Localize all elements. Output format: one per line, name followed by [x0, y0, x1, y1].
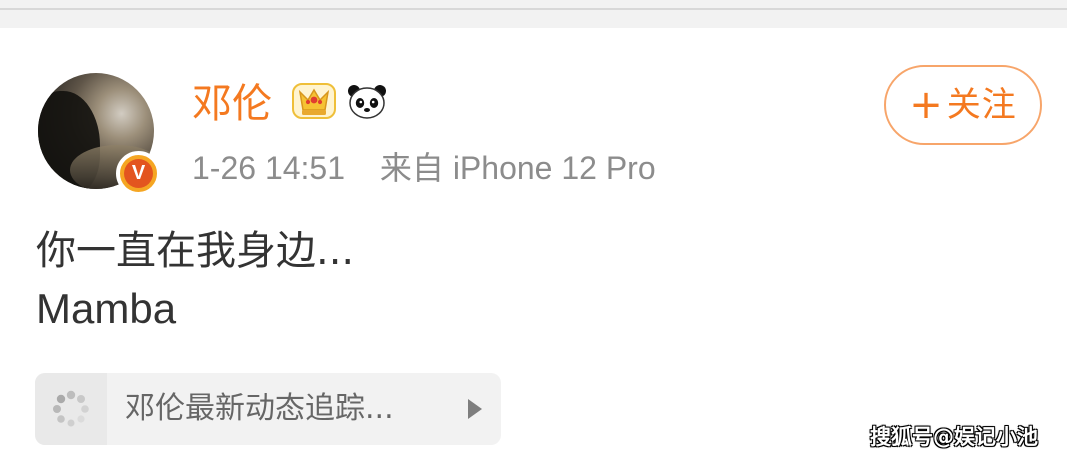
weibo-post: V 邓伦 1-26 14:51 来自 iPhone 12 Pro + 关注 你一…	[0, 28, 1067, 461]
watermark: 搜狐号@娱记小池	[870, 425, 1038, 449]
username[interactable]: 邓伦	[192, 80, 272, 128]
topic-card-icon-box	[35, 373, 107, 445]
follow-button[interactable]: + 关注	[884, 65, 1042, 145]
plus-icon: +	[909, 82, 943, 128]
loader-icon	[53, 390, 89, 427]
post-content: 你一直在我身边... Mamba	[36, 222, 354, 338]
follow-button-label: 关注	[946, 85, 1017, 125]
verified-badge: V	[116, 151, 161, 196]
top-divider-line	[0, 8, 1067, 10]
crown-icon	[292, 83, 336, 119]
post-timestamp: 1-26 14:51	[192, 150, 346, 186]
topic-card-title: 邓伦最新动态追踪...	[125, 391, 394, 426]
panda-icon	[348, 85, 386, 119]
post-meta: 1-26 14:51 来自 iPhone 12 Pro	[192, 148, 656, 188]
post-content-line-1: 你一直在我身边...	[36, 228, 355, 274]
post-source-prefix: 来自	[379, 149, 444, 187]
verified-badge-label: V	[124, 159, 153, 188]
post-content-line-2: Mamba	[36, 285, 177, 332]
top-divider-bar	[0, 0, 1067, 28]
play-arrow-icon	[468, 399, 482, 419]
topic-card[interactable]: 邓伦最新动态追踪...	[35, 373, 501, 445]
post-source-device: iPhone 12 Pro	[452, 150, 656, 186]
